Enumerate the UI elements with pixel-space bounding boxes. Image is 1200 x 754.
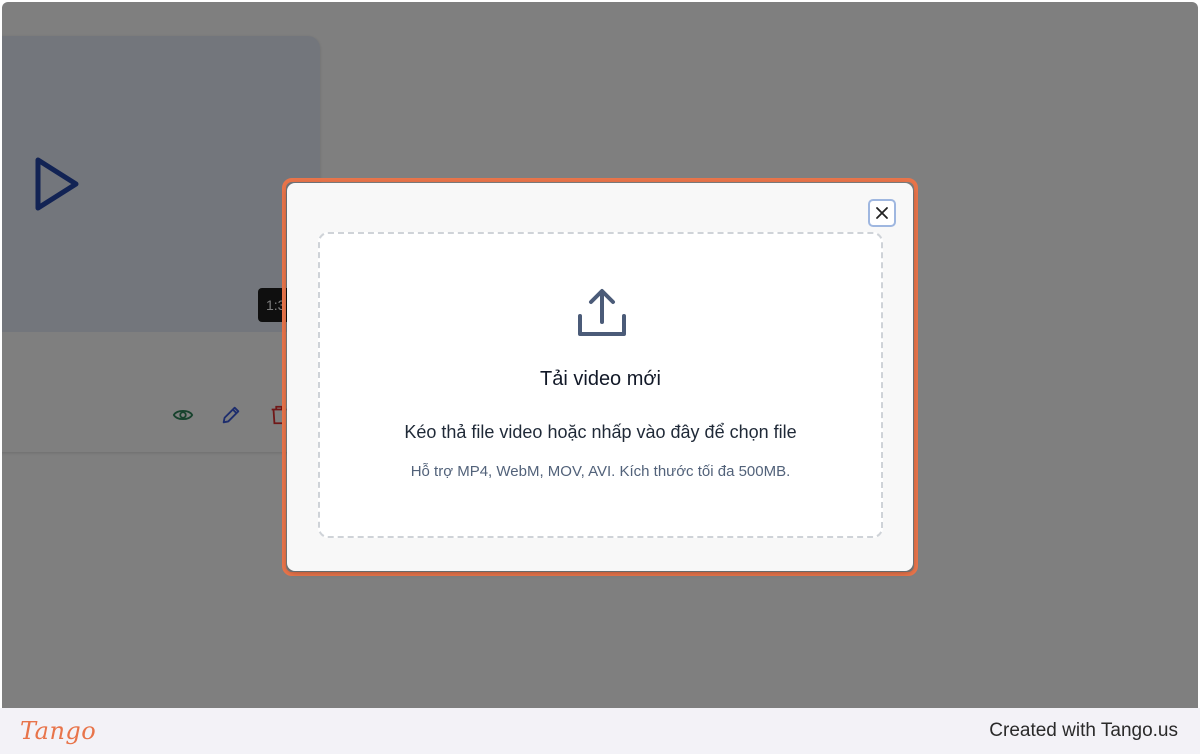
footer: Tango Created with Tango.us xyxy=(0,708,1200,754)
close-button[interactable] xyxy=(868,199,896,227)
dropzone-hint: Hỗ trợ MP4, WebM, MOV, AVI. Kích thước t… xyxy=(410,463,791,480)
created-with-text: Created with Tango.us xyxy=(989,720,1178,741)
close-icon xyxy=(876,207,888,219)
tango-logo: Tango xyxy=(20,717,97,745)
dropzone-title: Tải video mới xyxy=(540,368,661,390)
upload-icon xyxy=(578,289,626,336)
file-dropzone[interactable]: Tải video mới Kéo thả file video hoặc nh… xyxy=(318,232,883,538)
dropzone-description: Kéo thả file video hoặc nhấp vào đây để … xyxy=(404,422,797,442)
upload-modal: Tải video mới Kéo thả file video hoặc nh… xyxy=(287,183,913,571)
